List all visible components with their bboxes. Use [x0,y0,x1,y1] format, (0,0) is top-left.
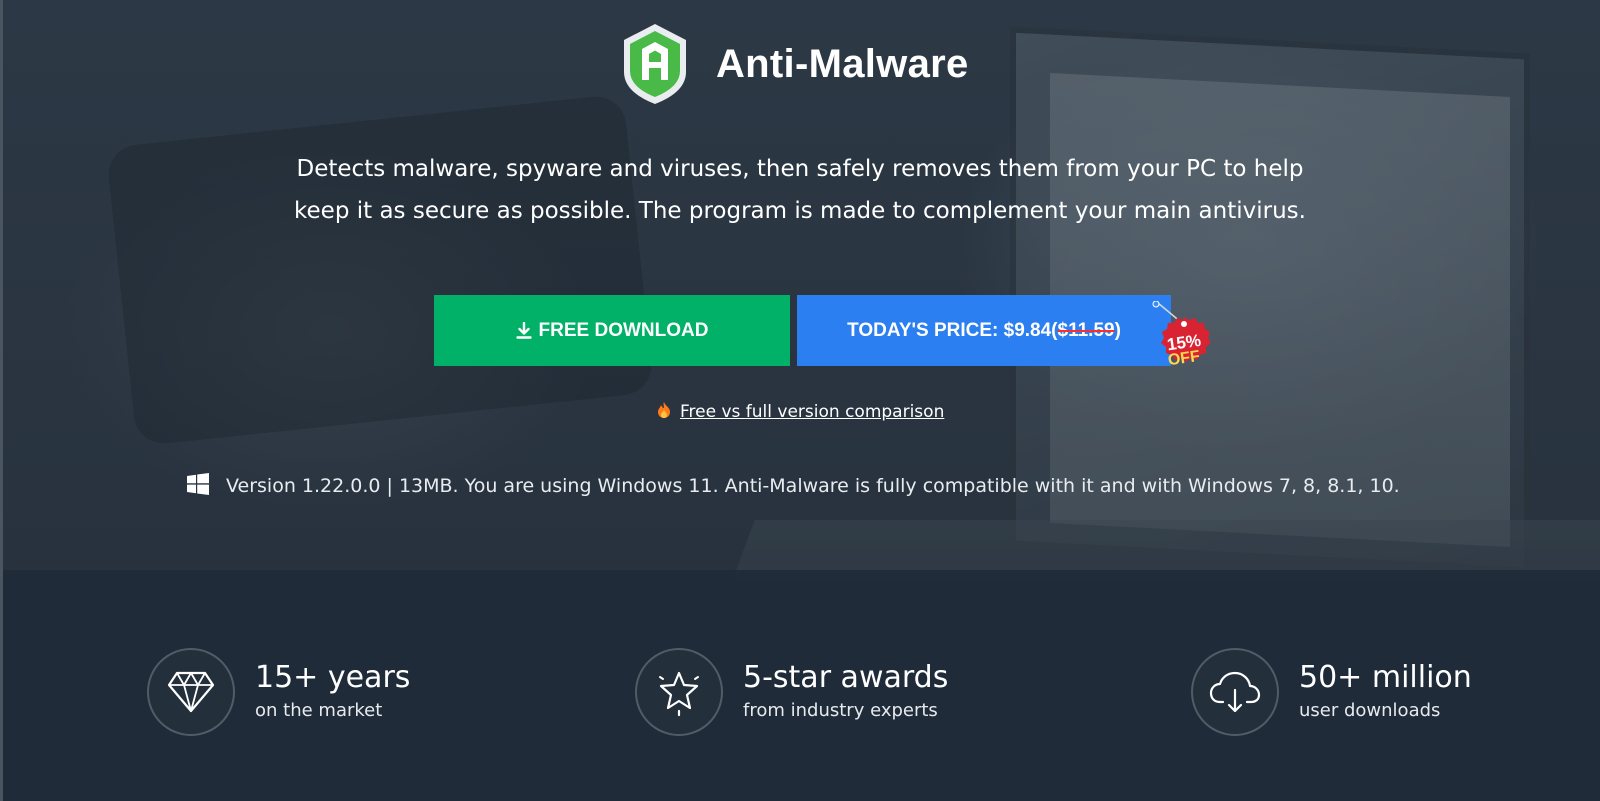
stat-subtitle: on the market [255,700,383,721]
stat-years: 15+ years on the market [147,646,410,738]
price-old: $11.59 [1057,319,1115,341]
stat-title: 15+ years [255,660,411,695]
buy-price-button[interactable]: TODAY'S PRICE: $9.84($11.59) [797,295,1171,366]
window-edge [0,0,3,801]
version-text: Version 1.22.0.0 | 13MB. You are using W… [226,475,1400,497]
free-download-label: FREE DOWNLOAD [538,319,709,341]
comparison-row: Free vs full version comparison [656,399,944,425]
tagline: Detects malware, spyware and viruses, th… [200,148,1400,232]
comparison-link[interactable]: Free vs full version comparison [680,402,944,422]
stat-title: 5-star awards [743,660,949,695]
fire-icon [656,401,672,424]
stat-icon-circle [1191,648,1279,736]
stat-downloads: 50+ million user downloads [1191,646,1472,738]
stat-title: 50+ million [1299,660,1472,695]
version-info-row: Version 1.22.0.0 | 13MB. You are using W… [186,470,1400,502]
brand-name: Anti-Malware [716,41,969,86]
stat-icon-circle [635,648,723,736]
shield-logo-icon [624,24,686,104]
diamond-icon [167,671,215,713]
stat-awards: 5-star awards from industry experts [635,646,948,738]
stat-text: 50+ million user downloads [1299,659,1472,725]
price-close: ) [1114,319,1121,341]
stat-subtitle: from industry experts [743,700,938,721]
stat-icon-circle [147,648,235,736]
cloud-download-icon [1209,671,1261,713]
stat-text: 15+ years on the market [255,659,410,725]
discount-badge: 15% OFF [1148,300,1220,377]
download-icon [515,321,532,340]
free-download-button[interactable]: FREE DOWNLOAD [434,295,790,366]
stat-text: 5-star awards from industry experts [743,659,948,725]
background-blur-shape [105,93,655,447]
stat-subtitle: user downloads [1299,700,1441,721]
price-current: TODAY'S PRICE: $9.84( [847,319,1058,341]
brand-header: Anti-Malware [620,22,969,106]
tagline-line-2: keep it as secure as possible. The progr… [294,198,1306,224]
windows-icon [186,472,210,501]
star-icon [659,671,699,717]
tagline-line-1: Detects malware, spyware and viruses, th… [296,156,1304,182]
